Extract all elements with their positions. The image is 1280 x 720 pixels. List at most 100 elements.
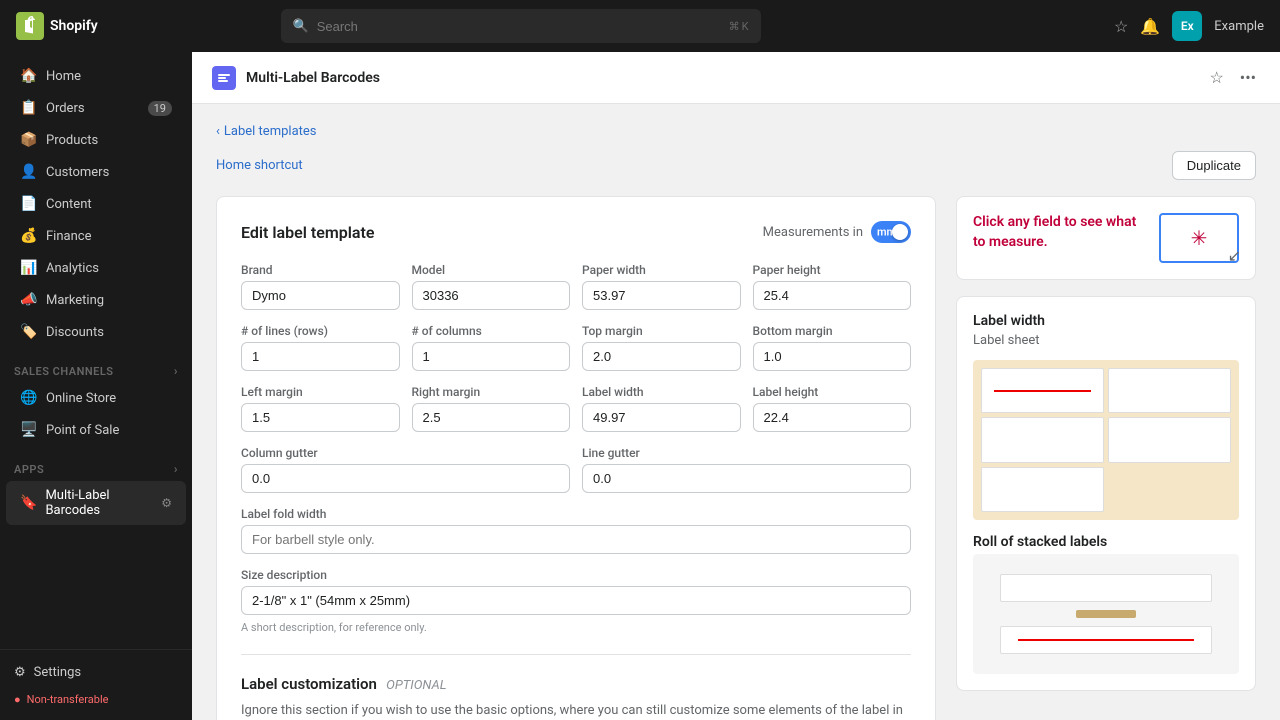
apps-expand[interactable]: › [174, 462, 178, 476]
shopify-logo[interactable]: Shopify [16, 12, 98, 40]
edit-card-title: Edit label template [241, 223, 375, 242]
sidebar-item-finance[interactable]: 💰 Finance [6, 221, 186, 251]
sidebar-item-label: Marketing [46, 293, 104, 308]
columns-label: # of columns [412, 324, 571, 338]
sidebar-item-customers[interactable]: 👤 Customers [6, 157, 186, 187]
sidebar-item-label: Online Store [46, 391, 116, 406]
line-gutter-label: Line gutter [582, 446, 911, 460]
edit-card-header: Edit label template Measurements in mm [241, 221, 911, 243]
label-sheet-preview [973, 360, 1239, 520]
label-width-input[interactable] [582, 403, 741, 432]
left-margin-input[interactable] [241, 403, 400, 432]
model-field-group: Model [412, 263, 571, 310]
bottom-margin-input[interactable] [753, 342, 912, 371]
right-margin-input[interactable] [412, 403, 571, 432]
size-desc-hint: A short description, for reference only. [241, 621, 911, 634]
sales-channels-section: Sales channels › [0, 348, 192, 382]
sidebar-item-label: Products [46, 133, 98, 148]
paper-width-input[interactable] [582, 281, 741, 310]
sales-channels-expand[interactable]: › [174, 364, 178, 378]
sidebar-item-products[interactable]: 📦 Products [6, 125, 186, 155]
model-input[interactable] [412, 281, 571, 310]
sidebar-item-label: Multi-Label Barcodes [45, 488, 153, 518]
home-shortcut-link[interactable]: Home shortcut [216, 158, 303, 173]
label-preview-card: Label width Label sheet Roll of [956, 296, 1256, 691]
label-cell-1 [981, 368, 1104, 413]
paper-width-label: Paper width [582, 263, 741, 277]
sidebar-item-label: Point of Sale [46, 423, 119, 438]
right-margin-label: Right margin [412, 385, 571, 399]
line-gutter-field-group: Line gutter [582, 446, 911, 493]
discounts-icon: 🏷️ [20, 324, 38, 340]
rows-label: # of lines (rows) [241, 324, 400, 338]
duplicate-button[interactable]: Duplicate [1172, 151, 1256, 180]
app-settings-icon[interactable]: ⚙ [161, 496, 172, 510]
label-height-label: Label height [753, 385, 912, 399]
more-options-icon[interactable]: ••• [1236, 64, 1260, 91]
sidebar-item-multi-label[interactable]: 🔖 Multi-Label Barcodes ⚙ [6, 481, 186, 525]
bottom-margin-label: Bottom margin [753, 324, 912, 338]
star-app-icon[interactable]: ☆ [1205, 64, 1227, 91]
app-header: Multi-Label Barcodes ☆ ••• [192, 52, 1280, 104]
label-height-field-group: Label height [753, 385, 912, 432]
rows-input[interactable] [241, 342, 400, 371]
search-bar[interactable]: 🔍 ⌘ K [281, 9, 761, 43]
line-gutter-input[interactable] [582, 464, 911, 493]
right-panel: Click any field to see what to measure. … [956, 196, 1256, 720]
label-cell-6 [1108, 467, 1231, 512]
sidebar-item-label: Customers [46, 165, 109, 180]
click-hint-visual: ✳ ↙ [1159, 213, 1239, 263]
top-navigation: Shopify 🔍 ⌘ K ☆ 🔔 Ex Example [0, 0, 1280, 52]
roll-title: Roll of stacked labels [973, 534, 1239, 550]
analytics-icon: 📊 [20, 260, 38, 276]
left-margin-label: Left margin [241, 385, 400, 399]
unit-toggle[interactable]: mm [871, 221, 911, 243]
sidebar-item-label: Orders [46, 101, 85, 116]
apps-section: Apps › [0, 446, 192, 480]
label-cell-5 [981, 467, 1104, 512]
column-gutter-field-group: Column gutter [241, 446, 570, 493]
label-fold-input[interactable] [241, 525, 911, 554]
size-desc-label: Size description [241, 568, 911, 582]
sidebar-item-settings[interactable]: ⚙ Settings [0, 658, 192, 687]
columns-input[interactable] [412, 342, 571, 371]
customization-description: Ignore this section if you wish to use t… [241, 701, 911, 720]
right-margin-field-group: Right margin [412, 385, 571, 432]
marketing-icon: 📣 [20, 292, 38, 308]
avatar[interactable]: Ex [1172, 11, 1202, 41]
sidebar-item-home[interactable]: 🏠 Home [6, 61, 186, 91]
top-margin-input[interactable] [582, 342, 741, 371]
sidebar-item-content[interactable]: 📄 Content [6, 189, 186, 219]
page-top: Home shortcut Duplicate [216, 151, 1256, 180]
search-input[interactable] [317, 19, 721, 34]
brand-input[interactable] [241, 281, 400, 310]
breadcrumb-label: Label templates [224, 124, 317, 139]
sidebar-bottom: ⚙ Settings ● Non-transferable [0, 649, 192, 712]
sidebar-item-orders[interactable]: 📋 Orders 19 [6, 93, 186, 123]
notification-icon[interactable]: 🔔 [1140, 17, 1160, 36]
user-name[interactable]: Example [1214, 19, 1264, 34]
size-desc-input[interactable] [241, 586, 911, 615]
sidebar-item-marketing[interactable]: 📣 Marketing [6, 285, 186, 315]
online-store-icon: 🌐 [20, 390, 38, 406]
products-icon: 📦 [20, 132, 38, 148]
content-icon: 📄 [20, 196, 38, 212]
roll-label-bottom [1000, 626, 1213, 654]
roll-spindle [1076, 610, 1136, 618]
paper-height-input[interactable] [753, 281, 912, 310]
top-margin-field-group: Top margin [582, 324, 741, 371]
sidebar-item-analytics[interactable]: 📊 Analytics [6, 253, 186, 283]
column-gutter-input[interactable] [241, 464, 570, 493]
star-icon[interactable]: ☆ [1114, 17, 1128, 36]
breadcrumb[interactable]: ‹ Label templates [216, 124, 1256, 139]
edit-card: Edit label template Measurements in mm [216, 196, 936, 720]
sidebar-item-pos[interactable]: 🖥️ Point of Sale [6, 415, 186, 445]
bottom-margin-field-group: Bottom margin [753, 324, 912, 371]
sidebar-item-online-store[interactable]: 🌐 Online Store [6, 383, 186, 413]
form-grid: Brand Model Paper width [241, 263, 911, 634]
label-cell-4 [1108, 417, 1231, 462]
sidebar-item-label: Finance [46, 229, 91, 244]
label-height-input[interactable] [753, 403, 912, 432]
sidebar-item-label: Analytics [46, 261, 99, 276]
sidebar-item-discounts[interactable]: 🏷️ Discounts [6, 317, 186, 347]
